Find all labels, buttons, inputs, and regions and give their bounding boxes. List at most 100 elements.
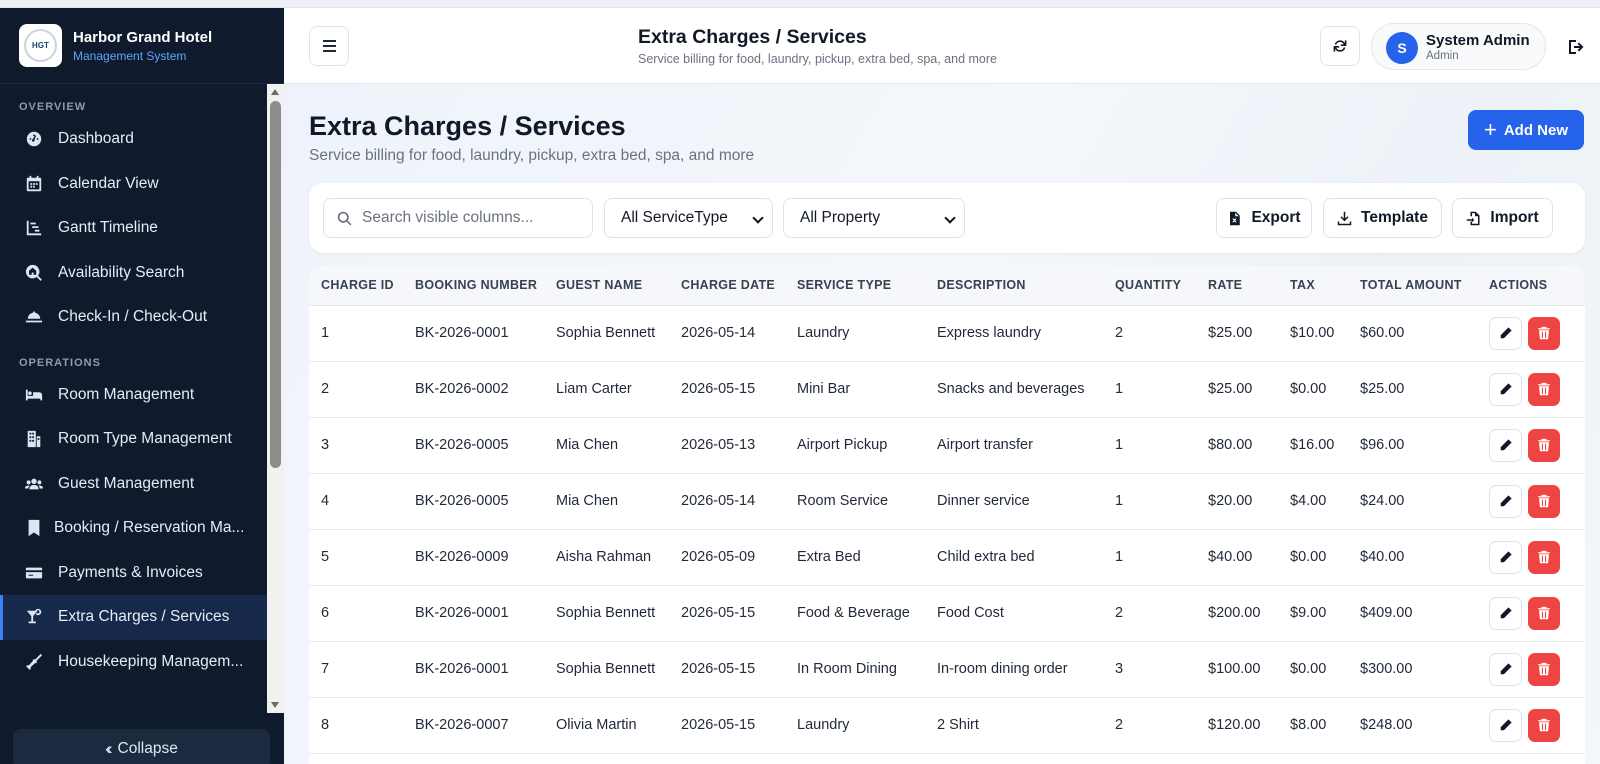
table-row[interactable]: 1 BK-2026-0001 Sophia Bennett 2026-05-14 Lau…: [309, 305, 1585, 362]
table-row[interactable]: 5 BK-2026-0009 Aisha Rahman 2026-05-09 Extra…: [309, 529, 1585, 586]
table-cell: 2: [1103, 305, 1196, 362]
column-header[interactable]: TAX: [1278, 266, 1348, 306]
header-subtitle: Service billing for food, laundry, picku…: [638, 52, 997, 66]
sidebar-item-availability[interactable]: Availability Search: [0, 251, 267, 296]
table-cell: 4: [309, 473, 403, 530]
sidebar-item-rooms[interactable]: Room Management: [0, 373, 267, 418]
sidebar-item-label: Room Type Management: [58, 430, 232, 448]
delete-button[interactable]: [1528, 428, 1560, 462]
column-header[interactable]: BOOKING NUMBER: [403, 266, 544, 306]
scrollbar-thumb[interactable]: [270, 101, 281, 468]
table-cell: Room Service: [785, 473, 925, 530]
sidebar-item-housekeeping[interactable]: Housekeeping Managem...: [0, 640, 267, 685]
search-house-icon: [24, 263, 43, 282]
row-actions: [1489, 372, 1585, 406]
sidebar-item-payments[interactable]: Payments & Invoices: [0, 551, 267, 596]
filter-toolbar: All ServiceType All Property Export Temp…: [309, 183, 1585, 253]
table-cell: 2026-05-13: [669, 417, 785, 474]
import-button[interactable]: Import: [1452, 198, 1553, 238]
edit-button[interactable]: [1489, 484, 1522, 518]
edit-button[interactable]: [1489, 316, 1522, 350]
table-body: 1 BK-2026-0001 Sophia Bennett 2026-05-14 Lau…: [309, 305, 1585, 754]
sidebar-item-extra-charges[interactable]: Extra Charges / Services: [0, 595, 267, 640]
table-cell: 2026-05-15: [669, 641, 785, 698]
column-header[interactable]: CHARGE ID: [309, 266, 403, 306]
sidebar-scrollbar[interactable]: [267, 84, 284, 713]
table-row[interactable]: 3 BK-2026-0005 Mia Chen 2026-05-13 Airport P…: [309, 417, 1585, 474]
table-row[interactable]: 2 BK-2026-0002 Liam Carter 2026-05-15 Mini B…: [309, 361, 1585, 418]
template-button[interactable]: Template: [1323, 198, 1442, 238]
column-header[interactable]: QUANTITY: [1103, 266, 1196, 306]
column-header[interactable]: RATE: [1196, 266, 1278, 306]
sidebar-item-label: Payments & Invoices: [58, 563, 203, 581]
column-header[interactable]: DESCRIPTION: [925, 266, 1103, 306]
column-header[interactable]: SERVICE TYPE: [785, 266, 925, 306]
search-box[interactable]: [323, 198, 593, 238]
column-header[interactable]: TOTAL AMOUNT: [1348, 266, 1477, 306]
sidebar-item-bookings[interactable]: Booking / Reservation Ma...: [0, 506, 267, 551]
table-cell: Extra Bed: [785, 529, 925, 586]
table-cell: 6: [309, 585, 403, 642]
table-row[interactable]: 4 BK-2026-0005 Mia Chen 2026-05-14 Room Serv…: [309, 473, 1585, 530]
gantt-icon: [24, 219, 43, 238]
column-header[interactable]: CHARGE DATE: [669, 266, 785, 306]
sidebar-item-dashboard[interactable]: Dashboard: [0, 117, 267, 162]
collapse-button[interactable]: ‹‹ Collapse: [13, 729, 270, 764]
sidebar-item-guests[interactable]: Guest Management: [0, 462, 267, 507]
delete-button[interactable]: [1528, 540, 1560, 574]
sidebar-item-room-types[interactable]: Room Type Management: [0, 417, 267, 462]
edit-button[interactable]: [1489, 540, 1522, 574]
export-button[interactable]: Export: [1216, 198, 1312, 238]
table-cell: 2026-05-14: [669, 305, 785, 362]
sidebar-item-calendar[interactable]: Calendar View: [0, 162, 267, 207]
user-menu[interactable]: S System Admin Admin: [1371, 23, 1546, 70]
broom-icon: [24, 652, 43, 671]
edit-button[interactable]: [1489, 428, 1522, 462]
edit-button[interactable]: [1489, 372, 1522, 406]
table-cell: Liam Carter: [544, 361, 669, 418]
add-new-button[interactable]: + Add New: [1468, 110, 1584, 150]
column-header[interactable]: GUEST NAME: [544, 266, 669, 306]
download-icon: [1337, 211, 1352, 225]
property-select[interactable]: All Property: [783, 198, 965, 238]
menu-toggle-button[interactable]: [309, 26, 349, 66]
trash-icon: [1537, 606, 1551, 620]
delete-button[interactable]: [1528, 708, 1560, 742]
row-actions: [1489, 484, 1585, 518]
delete-button[interactable]: [1528, 652, 1560, 686]
table-cell: $96.00: [1348, 417, 1477, 474]
table-cell: $409.00: [1348, 585, 1477, 642]
file-import-icon: [1467, 211, 1480, 225]
table-row[interactable]: 8 BK-2026-0007 Olivia Martin 2026-05-15 Laun…: [309, 697, 1585, 754]
delete-button[interactable]: [1528, 596, 1560, 630]
refresh-button[interactable]: [1320, 26, 1360, 66]
template-label: Template: [1361, 209, 1428, 226]
edit-button[interactable]: [1489, 652, 1522, 686]
table-cell: Child extra bed: [925, 529, 1103, 586]
brand[interactable]: HGT Harbor Grand Hotel Management System: [0, 8, 284, 84]
search-input[interactable]: [362, 209, 582, 227]
scroll-up-arrow-icon[interactable]: [271, 89, 279, 95]
delete-button[interactable]: [1528, 372, 1560, 406]
sidebar-nav: OVERVIEW Dashboard Calendar View Gantt T…: [0, 84, 267, 706]
charges-table-container: CHARGE ID BOOKING NUMBER GUEST NAME CHAR…: [309, 266, 1585, 764]
pencil-icon: [1499, 662, 1513, 676]
table-cell: $80.00: [1196, 417, 1278, 474]
table-row[interactable]: 6 BK-2026-0001 Sophia Bennett 2026-05-15 Foo…: [309, 585, 1585, 642]
table-cell: $25.00: [1196, 305, 1278, 362]
sidebar-item-gantt[interactable]: Gantt Timeline: [0, 206, 267, 251]
table-cell: $25.00: [1348, 361, 1477, 418]
table-cell: 3: [309, 417, 403, 474]
edit-button[interactable]: [1489, 596, 1522, 630]
scroll-down-arrow-icon[interactable]: [271, 702, 279, 708]
service-type-select[interactable]: All ServiceType: [604, 198, 773, 238]
logout-icon[interactable]: [1566, 37, 1586, 57]
table-cell: Mia Chen: [544, 417, 669, 474]
table-row[interactable]: 7 BK-2026-0001 Sophia Bennett 2026-05-15 In …: [309, 641, 1585, 698]
sidebar-item-checkin[interactable]: Check-In / Check-Out: [0, 295, 267, 340]
users-icon: [24, 474, 43, 493]
edit-button[interactable]: [1489, 708, 1522, 742]
table-cell: Food & Beverage: [785, 585, 925, 642]
delete-button[interactable]: [1528, 316, 1560, 350]
delete-button[interactable]: [1528, 484, 1560, 518]
